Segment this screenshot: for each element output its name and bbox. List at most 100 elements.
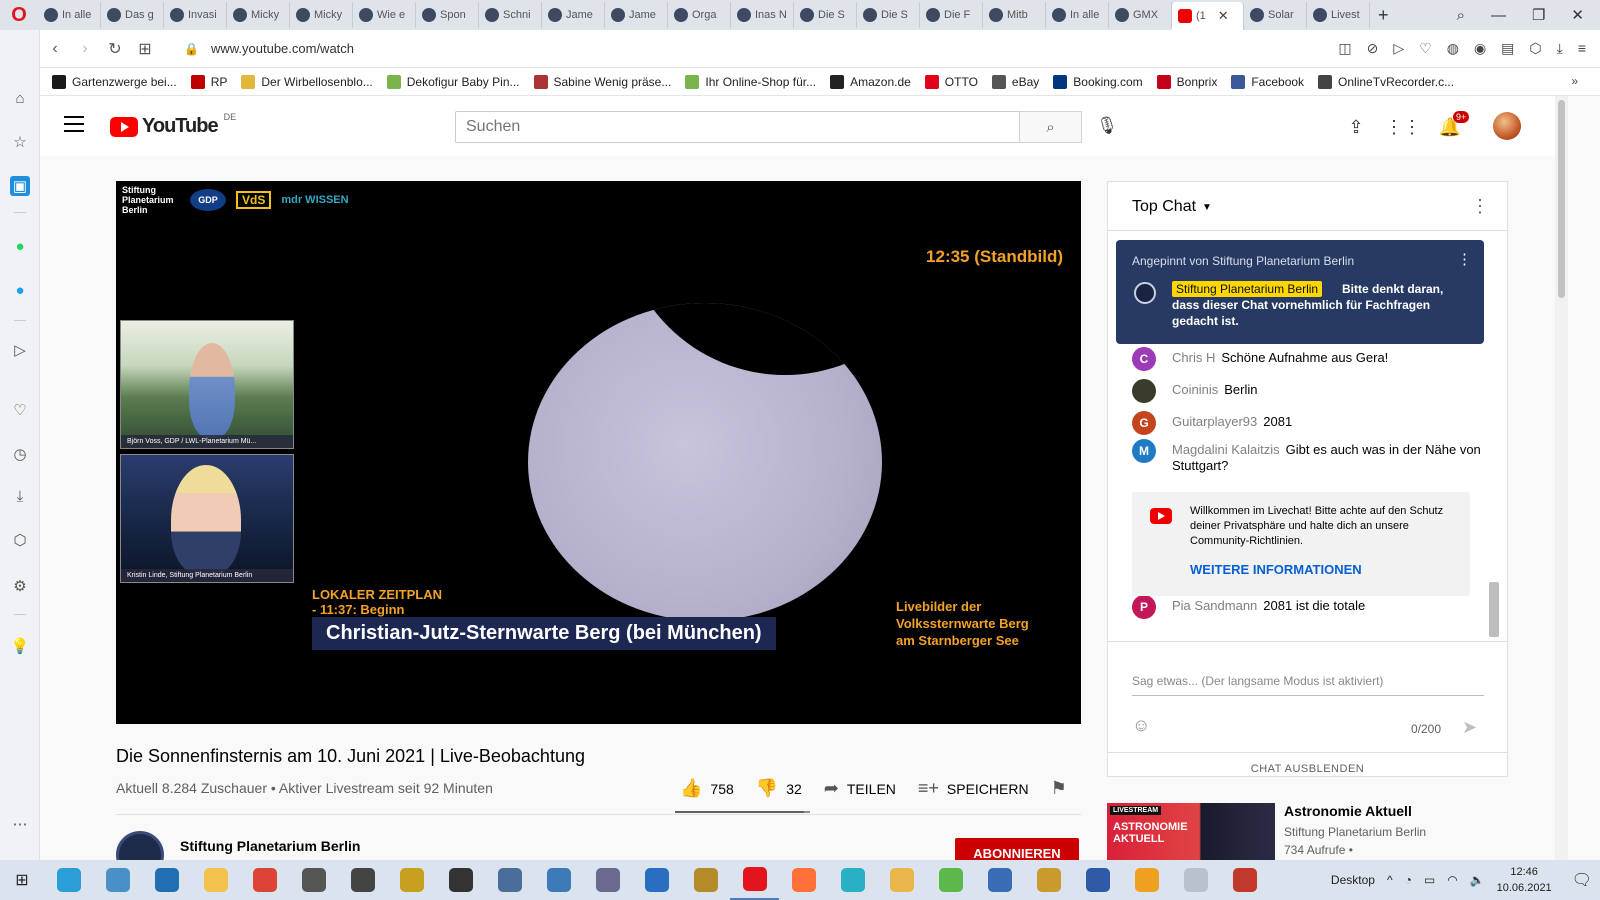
browser-tab[interactable]: (1 ✕ — [1172, 2, 1244, 30]
reload-button[interactable]: ↻ — [100, 39, 130, 59]
browser-tab[interactable]: Wie e — [353, 2, 416, 28]
taskbar-app-app-13[interactable] — [632, 860, 681, 900]
taskbar-app-store[interactable] — [93, 860, 142, 900]
opera-menu-icon[interactable]: O — [0, 0, 38, 30]
video-player[interactable]: Stiftung Planetarium Berlin GDP VdS mdr … — [116, 181, 1081, 724]
browser-tab[interactable]: In alle — [1046, 2, 1109, 28]
send-icon[interactable]: ▷ — [1393, 40, 1404, 57]
hide-chat-button[interactable]: CHAT AUSBLENDEN — [1108, 752, 1507, 775]
sidebar-more-icon[interactable]: ⋯ — [10, 814, 30, 834]
browser-tab[interactable]: Inas N — [731, 2, 794, 28]
browser-tab[interactable]: Das g — [101, 2, 164, 28]
recommendation-channel[interactable]: Stiftung Planetarium Berlin — [1284, 825, 1426, 839]
taskbar-app-explorer[interactable] — [191, 860, 240, 900]
voice-search-icon[interactable]: 🎙 — [1095, 114, 1119, 138]
browser-tab[interactable]: Livest — [1307, 2, 1370, 28]
cube-icon[interactable]: ⬡ — [1529, 40, 1541, 57]
bookmark-item[interactable]: Dekofigur Baby Pin... — [386, 74, 520, 89]
taskbar-app-app-10[interactable] — [485, 860, 534, 900]
taskbar-app-chrome[interactable] — [240, 860, 289, 900]
taskbar-app-app-12[interactable] — [583, 860, 632, 900]
desktop-label[interactable]: Desktop — [1331, 873, 1375, 887]
taskbar-app-app-s[interactable] — [289, 860, 338, 900]
save-button[interactable]: ≡+ SPEICHERN — [918, 778, 1029, 799]
pinned-more-icon[interactable]: ⋮ — [1457, 250, 1472, 268]
maximize-button[interactable]: ❐ — [1532, 6, 1545, 24]
adblock-icon[interactable]: ⊘ — [1367, 40, 1379, 57]
vpn-icon[interactable]: ◉ — [1474, 40, 1486, 57]
player-icon[interactable]: ▷ — [10, 340, 30, 360]
taskbar-app-app-21[interactable] — [1024, 860, 1073, 900]
taskbar-app-app-18[interactable] — [877, 860, 926, 900]
taskbar-app-app-25[interactable] — [1220, 860, 1269, 900]
browser-tab[interactable]: Jame — [542, 2, 605, 28]
like-button[interactable]: 👍 758 — [680, 778, 734, 799]
back-button[interactable]: ‹ — [40, 40, 70, 58]
workspace-icon[interactable]: ▣ — [10, 176, 30, 196]
battery-icon[interactable]: ▭ — [1424, 873, 1435, 887]
tab-grid-icon[interactable]: ⊞ — [130, 39, 160, 59]
browser-tab[interactable]: Die S — [857, 2, 920, 28]
minimize-button[interactable]: — — [1491, 7, 1506, 24]
network-icon[interactable]: ◔ — [1405, 873, 1412, 887]
recommendation-thumbnail[interactable]: LIVESTREAM ASTRONOMIE AKTUELL — [1107, 803, 1275, 863]
taskbar-app-firefox[interactable] — [779, 860, 828, 900]
downloads-icon[interactable]: ⤓ — [10, 486, 30, 506]
taskbar-app-app-8[interactable] — [387, 860, 436, 900]
system-clock[interactable]: 12:46 10.06.2021 — [1497, 864, 1552, 896]
chat-mode-dropdown[interactable]: Top Chat ▼ — [1132, 198, 1212, 216]
menu-icon[interactable] — [64, 116, 84, 132]
chat-author-name[interactable]: Guitarplayer93 — [1172, 414, 1257, 429]
browser-tab[interactable]: Micky — [227, 2, 290, 28]
channel-name[interactable]: Stiftung Planetarium Berlin — [180, 838, 360, 854]
bookmark-item[interactable]: Sabine Wenig präse... — [533, 74, 671, 89]
search-tabs-icon[interactable]: ⌕ — [1457, 7, 1465, 24]
chat-author-name[interactable]: Magdalini Kalaitzis — [1172, 442, 1280, 457]
bookmark-item[interactable]: Der Wirbellosenblo... — [241, 74, 373, 89]
taskbar-app-app-17[interactable] — [828, 860, 877, 900]
browser-tab[interactable]: Die F — [920, 2, 983, 28]
wallet-icon[interactable]: ▤ — [1501, 40, 1514, 57]
taskbar-app-edge-legacy[interactable] — [142, 860, 191, 900]
snapshot-icon[interactable]: ◫ — [1338, 40, 1351, 57]
taskbar-app-edge[interactable] — [44, 860, 93, 900]
extension-icon[interactable]: ◍ — [1447, 40, 1459, 57]
windows-start-icon[interactable]: ⊞ — [0, 860, 44, 900]
taskbar-app-opera[interactable] — [730, 860, 779, 900]
url-field[interactable]: 🔒 www.youtube.com/watch — [184, 41, 354, 56]
wifi-icon[interactable]: ◠ — [1447, 873, 1457, 887]
bookmark-item[interactable]: OnlineTvRecorder.c... — [1318, 74, 1454, 89]
bookmark-item[interactable]: Gartenzwerge bei... — [52, 74, 177, 89]
chat-author-name[interactable]: Coininis — [1172, 382, 1218, 397]
settings-icon[interactable]: ⚙ — [10, 576, 30, 596]
send-icon[interactable]: ➤ — [1462, 717, 1477, 738]
taskbar-app-app-11[interactable] — [534, 860, 583, 900]
taskbar-app-app-14[interactable] — [681, 860, 730, 900]
browser-tab[interactable]: Spon — [416, 2, 479, 28]
bookmarks-icon[interactable]: ♡ — [10, 400, 30, 420]
tray-overflow-icon[interactable]: ^ — [1387, 873, 1393, 887]
bookmark-item[interactable]: eBay — [991, 74, 1039, 89]
download-icon[interactable]: ⤓ — [1557, 40, 1563, 57]
lightbulb-icon[interactable]: 💡 — [10, 636, 30, 656]
dislike-button[interactable]: 👎 32 — [756, 778, 802, 799]
bookmark-item[interactable]: Bonprix — [1156, 74, 1217, 89]
browser-tab[interactable]: Orga — [668, 2, 731, 28]
browser-tab[interactable]: GMX — [1109, 2, 1172, 28]
bookmark-item[interactable]: OTTO — [924, 74, 978, 89]
browser-tab[interactable]: In alle — [38, 2, 101, 28]
easy-setup-icon[interactable]: ≡ — [1578, 40, 1586, 57]
account-avatar[interactable] — [1493, 112, 1521, 140]
taskbar-app-app-9[interactable] — [436, 860, 485, 900]
report-button[interactable]: ⚑ — [1051, 778, 1067, 799]
history-icon[interactable]: ◷ — [10, 444, 30, 464]
bookmarks-more-icon[interactable]: » — [1571, 74, 1578, 88]
share-button[interactable]: ➦ TEILEN — [824, 778, 896, 799]
search-input[interactable] — [455, 111, 1020, 143]
page-scrollbar-thumb[interactable] — [1558, 100, 1565, 298]
apps-grid-icon[interactable]: ⋮⋮ — [1385, 114, 1421, 140]
home-icon[interactable]: ⌂ — [10, 88, 30, 108]
close-tab-icon[interactable]: ✕ — [1218, 8, 1229, 24]
taskbar-app-app-24[interactable] — [1171, 860, 1220, 900]
browser-tab[interactable]: Micky — [290, 2, 353, 28]
